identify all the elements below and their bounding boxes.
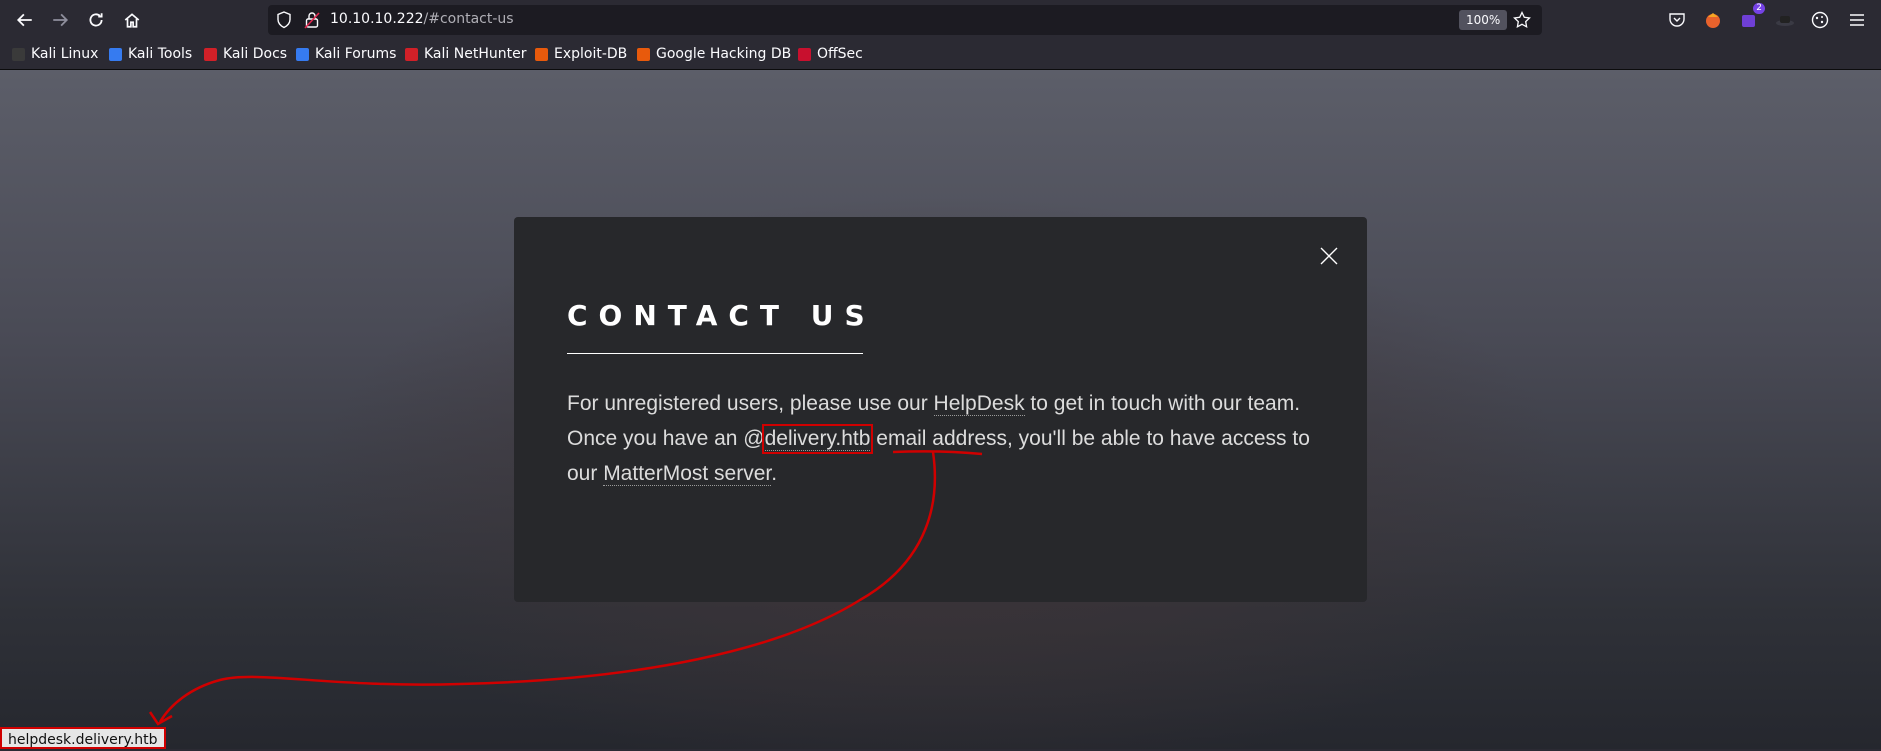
delivery-domain-link[interactable]: delivery.htb: [761, 424, 874, 454]
hat-icon: [1776, 16, 1794, 26]
helpdesk-link[interactable]: HelpDesk: [933, 392, 1025, 416]
url-bar[interactable]: 10.10.10.222/#contact-us 100%: [268, 5, 1542, 35]
body-text-part: .: [771, 462, 778, 485]
forward-arrow-icon: [53, 13, 69, 27]
bookmark-star-icon[interactable]: [1513, 11, 1531, 29]
back-arrow-icon: [16, 13, 32, 27]
pocket-button[interactable]: [1665, 8, 1689, 32]
bookmark-kali-tools[interactable]: Kali Tools: [109, 44, 192, 64]
nethunter-icon: [405, 47, 418, 61]
bookmark-label: Exploit-DB: [554, 46, 628, 62]
back-button[interactable]: [12, 8, 38, 32]
exploit-db-icon: [535, 47, 548, 61]
page-viewport: CONTACT US For unregistered users, pleas…: [0, 70, 1881, 749]
url-path: /#contact-us: [423, 11, 514, 27]
bookmark-label: Kali Forums: [315, 46, 397, 62]
bookmark-google-hacking-db[interactable]: Google Hacking DB: [637, 44, 791, 64]
insecure-lock-icon[interactable]: [304, 11, 320, 29]
browser-toolbar: 10.10.10.222/#contact-us 100% 2: [0, 0, 1881, 40]
bookmark-offsec[interactable]: OffSec: [798, 44, 863, 64]
contact-modal: CONTACT US For unregistered users, pleas…: [514, 217, 1367, 602]
modal-body-text: For unregistered users, please use our H…: [567, 386, 1327, 491]
shield-icon[interactable]: [276, 11, 292, 29]
hat-extension-button[interactable]: [1773, 8, 1797, 32]
fox-extension-icon: [1706, 13, 1720, 28]
offsec-icon: [798, 47, 811, 61]
kali-tools-icon: [109, 47, 122, 61]
close-button[interactable]: [1314, 241, 1344, 271]
zoom-level-button[interactable]: 100%: [1459, 10, 1508, 30]
extension-button-badge[interactable]: 2: [1737, 3, 1765, 32]
pocket-icon: [1669, 13, 1685, 27]
cookie-extension-button[interactable]: [1808, 8, 1832, 32]
cube-extension-icon: [1742, 15, 1755, 27]
forward-button[interactable]: [47, 8, 73, 32]
bookmark-exploit-db[interactable]: Exploit-DB: [535, 44, 627, 64]
extension-count-badge: 2: [1753, 3, 1765, 14]
reload-icon: [89, 13, 103, 27]
ghdb-icon: [637, 47, 650, 61]
menu-button[interactable]: [1845, 8, 1869, 32]
foxyproxy-extension-button[interactable]: [1701, 8, 1725, 32]
status-bar-link-preview: helpdesk.delivery.htb: [0, 727, 166, 749]
kali-dragon-icon: [12, 47, 25, 61]
reload-button[interactable]: [83, 8, 109, 32]
bookmark-kali-nethunter[interactable]: Kali NetHunter: [405, 44, 526, 64]
kali-docs-icon: [204, 47, 217, 61]
bookmark-kali-linux[interactable]: Kali Linux: [12, 44, 98, 64]
bookmark-label: Kali Tools: [128, 46, 193, 62]
cookie-icon: [1811, 11, 1829, 29]
body-text-part: For unregistered users, please use our: [567, 392, 934, 415]
bookmark-label: OffSec: [817, 46, 863, 62]
bookmark-kali-docs[interactable]: Kali Docs: [204, 44, 287, 64]
home-icon: [124, 13, 140, 28]
bookmark-label: Google Hacking DB: [656, 46, 792, 62]
close-icon: [1320, 247, 1338, 265]
bookmark-kali-forums[interactable]: Kali Forums: [296, 44, 396, 64]
url-host: 10.10.10.222: [330, 11, 424, 27]
bookmark-label: Kali Linux: [31, 46, 99, 62]
hamburger-menu-icon: [1850, 14, 1864, 26]
bookmarks-toolbar: Kali Linux Kali Tools Kali Docs Kali For…: [0, 40, 1881, 70]
home-button[interactable]: [119, 8, 145, 32]
mattermost-link[interactable]: MatterMost server: [603, 462, 772, 486]
bookmark-label: Kali NetHunter: [424, 46, 527, 62]
kali-forums-icon: [296, 47, 309, 61]
modal-title: CONTACT US: [567, 299, 876, 332]
title-underline: [567, 353, 863, 354]
bookmark-label: Kali Docs: [223, 46, 288, 62]
url-text[interactable]: 10.10.10.222/#contact-us: [330, 11, 514, 27]
